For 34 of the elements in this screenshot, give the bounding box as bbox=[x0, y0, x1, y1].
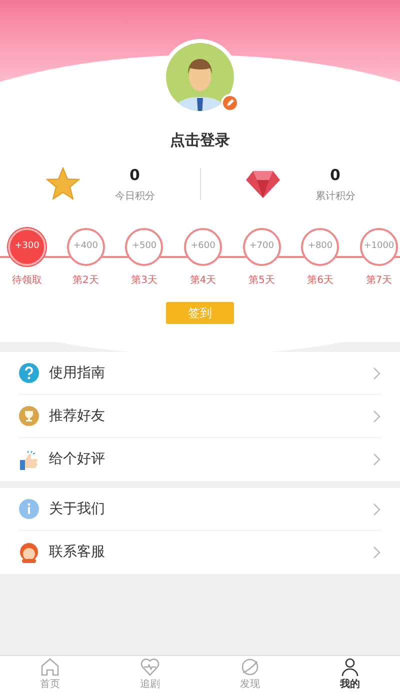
home-icon bbox=[40, 657, 60, 677]
menu-item[interactable]: 使用指南 bbox=[19, 352, 381, 395]
points-value: 0 bbox=[330, 164, 340, 186]
day-label: 第4天 bbox=[190, 274, 216, 288]
planet-icon bbox=[240, 657, 260, 677]
thumbs-up-icon bbox=[19, 450, 39, 470]
points-label: 累计积分 bbox=[315, 190, 356, 204]
menu-item[interactable]: 联系客服 bbox=[19, 531, 381, 574]
day-label: 第7天 bbox=[366, 274, 392, 288]
menu-item[interactable]: 推荐好友 bbox=[19, 395, 381, 438]
heart-pulse-icon bbox=[140, 657, 160, 677]
day-label: 第5天 bbox=[248, 274, 275, 288]
gem-icon bbox=[245, 168, 282, 199]
trophy-icon bbox=[19, 406, 39, 426]
user-icon bbox=[340, 657, 360, 677]
tab[interactable]: 我的 bbox=[300, 656, 400, 693]
support-agent-icon bbox=[19, 542, 39, 562]
star-icon bbox=[44, 166, 81, 202]
points-value: 0 bbox=[130, 164, 140, 186]
chevron-right-icon bbox=[373, 453, 381, 466]
day-label: 第6天 bbox=[307, 274, 334, 288]
day-label: 待领取 bbox=[12, 274, 42, 288]
day-label: 第3天 bbox=[131, 274, 158, 288]
menu-item[interactable]: 给个好评 bbox=[19, 438, 381, 481]
chevron-right-icon bbox=[373, 366, 381, 380]
points-label: 今日积分 bbox=[114, 190, 155, 204]
help-icon bbox=[19, 363, 39, 383]
menu-item[interactable]: 关于我们 bbox=[19, 488, 381, 531]
chevron-right-icon bbox=[373, 410, 381, 422]
chevron-right-icon bbox=[373, 502, 381, 516]
day-label: 第2天 bbox=[72, 274, 99, 288]
login-link[interactable]: 点击登录 bbox=[170, 129, 230, 152]
chevron-right-icon bbox=[373, 546, 381, 559]
info-icon bbox=[19, 499, 39, 519]
